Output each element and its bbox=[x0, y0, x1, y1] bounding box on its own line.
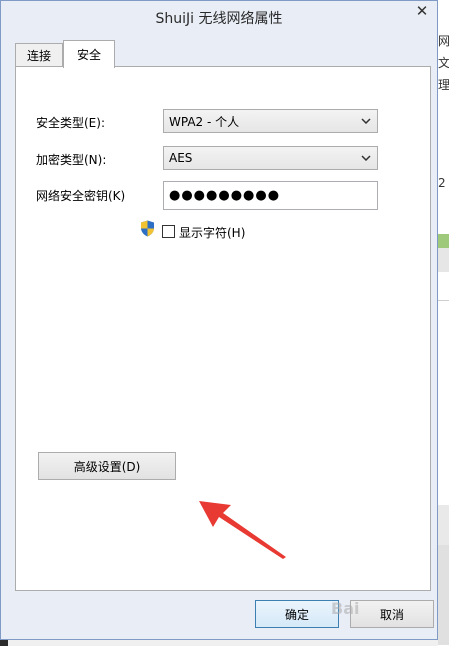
uac-shield-icon bbox=[141, 220, 154, 237]
ok-label: 确定 bbox=[284, 607, 309, 622]
background-text: 文 bbox=[438, 56, 449, 70]
security-type-select[interactable]: WPA2 - 个人 bbox=[163, 109, 378, 133]
background-block bbox=[438, 545, 449, 645]
advanced-settings-label: 高级设置(D) bbox=[73, 459, 141, 474]
background-text: 网 bbox=[438, 34, 449, 48]
annotation-arrow bbox=[199, 501, 286, 559]
encryption-type-value: AES bbox=[169, 151, 193, 165]
background-line bbox=[438, 300, 449, 301]
network-key-value: ●●●●●●●●● bbox=[169, 188, 281, 203]
window-title: ShuiJi 无线网络属性 bbox=[155, 11, 283, 27]
security-type-value: WPA2 - 个人 bbox=[169, 114, 240, 129]
close-button[interactable]: ✕ bbox=[408, 1, 436, 21]
background-block bbox=[438, 505, 449, 545]
close-icon: ✕ bbox=[415, 2, 429, 20]
cancel-button[interactable]: 取消 bbox=[350, 600, 434, 628]
background-green-bar bbox=[438, 234, 449, 248]
watermark: Bai bbox=[331, 599, 360, 618]
show-characters-checkbox[interactable] bbox=[162, 225, 175, 238]
title-bar[interactable]: ShuiJi 无线网络属性 ✕ bbox=[1, 1, 437, 33]
advanced-settings-button[interactable]: 高级设置(D) bbox=[38, 452, 176, 480]
security-type-label: 安全类型(E): bbox=[36, 116, 105, 130]
encryption-type-label: 加密类型(N): bbox=[36, 153, 107, 167]
background-text: 2 bbox=[438, 176, 446, 190]
background-window-strip: 网 文 理 2 bbox=[438, 0, 449, 646]
network-key-input[interactable]: ●●●●●●●●● bbox=[163, 181, 378, 210]
tab-connection-label: 连接 bbox=[26, 49, 51, 63]
tab-connection[interactable]: 连接 bbox=[15, 43, 63, 67]
wireless-properties-dialog: ShuiJi 无线网络属性 ✕ 连接 安全 安全类型(E): WPA2 - 个人… bbox=[0, 0, 438, 640]
ok-button[interactable]: 确定 bbox=[255, 600, 339, 628]
background-text: 理 bbox=[438, 78, 449, 92]
chevron-down-icon bbox=[359, 113, 373, 129]
tab-security[interactable]: 安全 bbox=[63, 40, 115, 68]
tab-security-label: 安全 bbox=[76, 48, 101, 62]
background-block bbox=[438, 248, 449, 272]
network-key-label: 网络安全密钥(K) bbox=[36, 189, 126, 203]
cancel-label: 取消 bbox=[379, 607, 404, 622]
show-characters-label: 显示字符(H) bbox=[179, 226, 246, 240]
encryption-type-select[interactable]: AES bbox=[163, 146, 378, 170]
chevron-down-icon bbox=[359, 150, 373, 166]
